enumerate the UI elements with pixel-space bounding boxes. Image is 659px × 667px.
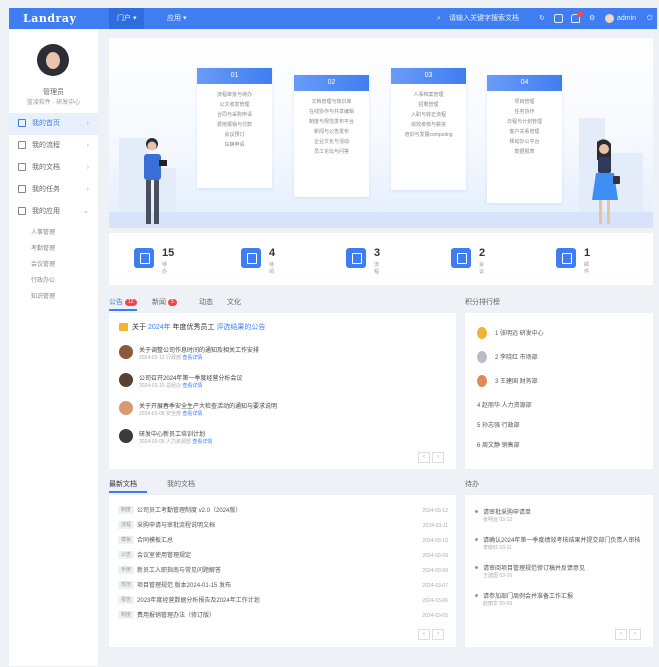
avatar bbox=[119, 429, 133, 443]
todo-panel: 请审批采购申请单 张明远 03-12 请确认2024年第一季度绩效考核结果并提交部… bbox=[465, 495, 653, 647]
table-row[interactable]: 手册 新员工入职指南与常见问题解答 2024-03-08 bbox=[118, 565, 448, 577]
table-row[interactable]: 模板 合同模板汇总 2024-03-10 bbox=[118, 535, 448, 547]
news-link[interactable]: 查看详情 bbox=[182, 383, 202, 389]
topnav-item-apps[interactable]: 应用 ▾ bbox=[159, 8, 194, 29]
avatar bbox=[119, 373, 133, 387]
ranking-item[interactable]: 6 周文静 销售部 bbox=[477, 439, 520, 453]
user-menu[interactable]: admin bbox=[605, 8, 636, 29]
submenu-item[interactable]: 知识管理 bbox=[31, 289, 55, 305]
news-item[interactable]: 关于开展春季安全生产大检查活动的通知与要求说明 2024-03-08 安全部 查… bbox=[119, 401, 439, 421]
news-link[interactable]: 查看详情 bbox=[182, 355, 202, 361]
grid-icon[interactable] bbox=[554, 8, 563, 29]
todo-item[interactable]: 请参加部门周例会并准备工作汇报 赵丽华 03-09 bbox=[475, 591, 643, 611]
news-panel: 关于 2024年 年度优秀员工 评选结果的公告 关于调整公司作息时间的通知及相关… bbox=[109, 313, 456, 469]
tab-culture[interactable]: 文化 bbox=[227, 297, 241, 307]
ranking-item[interactable]: 1 张明远 研发中心 bbox=[477, 327, 544, 341]
tab-underline bbox=[109, 309, 137, 311]
prev-page-button[interactable]: ‹ bbox=[615, 629, 627, 640]
docs-panel: 制度 公司员工考勤管理制度 v2.0（2024版） 2024-03-12 流程 采购申… bbox=[109, 495, 456, 647]
table-row[interactable]: 公告 会议室使用管理规定 2024-03-09 bbox=[118, 550, 448, 562]
top-bar: Landray 门户 ▾ 应用 ▾ ⌕ 请输入关键字搜索文档 ↻ ⚙ admin… bbox=[9, 8, 657, 29]
feature-card[interactable]: 04 项目管理 任务协作 日程与计划管理 客户关系管理 移动办公平台 数据报表 bbox=[487, 75, 562, 203]
person-illustration-left bbox=[144, 138, 167, 224]
notification-badge bbox=[577, 11, 583, 17]
news-link[interactable]: 查看详情 bbox=[192, 439, 212, 445]
mail-icon bbox=[119, 323, 128, 332]
app-logo[interactable]: Landray bbox=[23, 12, 76, 25]
feature-card[interactable]: 02 文档管理与知识库 在线协作与共享编辑 制度与规范发布平台 新闻与公告发布 … bbox=[294, 75, 369, 197]
table-row[interactable]: 报告 2023年度经营数据分析报告及2024年工作计划 2024-03-06 bbox=[118, 595, 448, 607]
apps-icon bbox=[18, 207, 26, 216]
silver-medal-icon bbox=[477, 351, 487, 364]
todo-item[interactable]: 请审阅项目管理规范修订稿并反馈意见 王建国 03-10 bbox=[475, 563, 643, 583]
table-row[interactable]: 制度 费用报销管理办法（修订版） 2024-03-05 bbox=[118, 610, 448, 622]
prev-page-button[interactable]: ‹ bbox=[418, 452, 430, 463]
tab-announce[interactable]: 公告 12 bbox=[109, 297, 137, 307]
ranking-panel: 1 张明远 研发中心 2 李晓红 市场部 3 王建国 财务部 4 赵丽华 人力资… bbox=[465, 313, 653, 469]
submenu-item[interactable]: 人事管理 bbox=[31, 225, 55, 241]
news-link[interactable]: 查看详情 bbox=[182, 411, 202, 417]
settings-icon[interactable]: ⚙ bbox=[589, 8, 595, 29]
feature-card[interactable]: 03 人事档案管理 招聘管理 入职与转正流程 绩效考核与薪资 培训与发展comp… bbox=[391, 68, 466, 190]
ranking-item[interactable]: 4 赵丽华 人力资源部 bbox=[477, 399, 532, 413]
task-icon bbox=[18, 185, 26, 194]
avatar bbox=[605, 13, 614, 23]
news-item[interactable]: 研发中心新员工培训计划 2024-03-05 人力资源部 查看详情 bbox=[119, 429, 439, 449]
announcement-title[interactable]: 关于 2024年 年度优秀员工 评选结果的公告 bbox=[119, 322, 265, 332]
news-item[interactable]: 关于调整公司作息时间的通知及相关工作安排 2024-03-12 行政部 查看详情 bbox=[119, 345, 439, 365]
next-page-button[interactable]: › bbox=[432, 452, 444, 463]
todo-item[interactable]: 请确认2024年第一季度绩效考核结果并提交部门负责人审核 李晓红 03-11 bbox=[475, 535, 643, 555]
tab-news[interactable]: 新闻 5 bbox=[152, 297, 177, 307]
process-icon bbox=[18, 141, 26, 150]
avatar bbox=[119, 345, 133, 359]
feature-card[interactable]: 01 流程审批与待办 公文收发管理 合同与采购申请 费用报销与付款 会议预订 车… bbox=[197, 68, 272, 188]
tab-my-docs[interactable]: 我的文档 bbox=[167, 479, 195, 489]
tab-underline bbox=[109, 491, 147, 493]
avatar bbox=[119, 401, 133, 415]
submenu-item[interactable]: 考勤管理 bbox=[31, 241, 55, 257]
topnav-item-portal[interactable]: 门户 ▾ bbox=[109, 8, 145, 29]
table-row[interactable]: 规范 项目管理规范 版本2024-01-15 发布 2024-03-07 bbox=[118, 580, 448, 592]
welcome-banner: 01 流程审批与待办 公文收发管理 合同与采购申请 费用报销与付款 会议预订 车… bbox=[109, 38, 653, 228]
stats-bar: 15 待办 4 待阅 3 流程 2 会议 1 邮件 bbox=[109, 233, 653, 285]
search-input[interactable]: 请输入关键字搜索文档 bbox=[449, 8, 537, 29]
home-icon bbox=[18, 119, 26, 128]
table-row[interactable]: 流程 采购申请与审批流程说明文档 2024-03-11 bbox=[118, 520, 448, 532]
person-illustration-right bbox=[592, 139, 620, 224]
todo-item[interactable]: 请审批采购申请单 张明远 03-12 bbox=[475, 507, 643, 527]
news-item[interactable]: 公司召开2024年第一季度经营分析会议 2024-03-10 总经办 查看详情 bbox=[119, 373, 439, 393]
bronze-medal-icon bbox=[477, 375, 487, 388]
refresh-icon[interactable]: ↻ bbox=[539, 8, 545, 29]
ranking-item[interactable]: 5 孙志强 行政部 bbox=[477, 419, 520, 433]
search-icon[interactable]: ⌕ bbox=[437, 8, 441, 29]
profile-avatar[interactable] bbox=[37, 44, 69, 76]
next-page-button[interactable]: › bbox=[629, 629, 641, 640]
sidebar-item-docs[interactable]: 我的文档 › bbox=[9, 157, 98, 179]
profile-dept: 蓝凌软件 · 研发中心 bbox=[26, 100, 81, 106]
doc-icon bbox=[18, 163, 26, 172]
sidebar-item-home[interactable]: 我的首页 › bbox=[9, 113, 98, 135]
submenu-item[interactable]: 行政办公 bbox=[31, 273, 55, 289]
gold-medal-icon bbox=[477, 327, 487, 340]
sidebar-item-apps[interactable]: 我的应用 ⌄ bbox=[9, 201, 98, 223]
logout-icon[interactable]: ⏻ bbox=[647, 8, 653, 29]
sidebar-item-process[interactable]: 我的流程 › bbox=[9, 135, 98, 157]
sidebar-item-tasks[interactable]: 我的任务 › bbox=[9, 179, 98, 201]
prev-page-button[interactable]: ‹ bbox=[418, 629, 430, 640]
table-row[interactable]: 制度 公司员工考勤管理制度 v2.0（2024版） 2024-03-12 bbox=[118, 505, 448, 517]
next-page-button[interactable]: › bbox=[432, 629, 444, 640]
tab-dynamic[interactable]: 动态 bbox=[199, 297, 213, 307]
tab-latest-docs[interactable]: 最新文档 bbox=[109, 479, 137, 489]
sidebar: 管理员 蓝凌软件 · 研发中心 我的首页 › 我的流程 › 我的文档 › 我的任务 › … bbox=[9, 29, 98, 666]
ranking-item[interactable]: 3 王建国 财务部 bbox=[477, 375, 538, 389]
ranking-item[interactable]: 2 李晓红 市场部 bbox=[477, 351, 538, 365]
profile-name: 管理员 bbox=[43, 89, 64, 96]
submenu-item[interactable]: 会议管理 bbox=[31, 257, 55, 273]
